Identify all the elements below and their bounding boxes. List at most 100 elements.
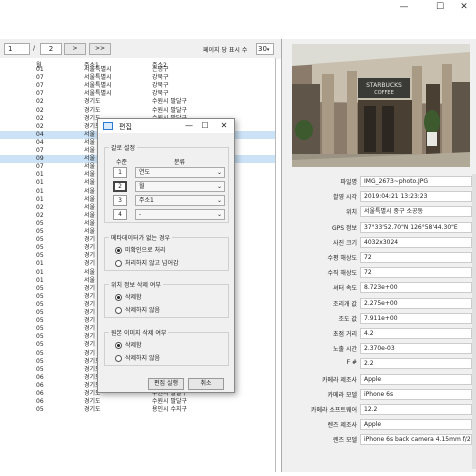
table-cell-addr1: 서울: [84, 155, 96, 163]
level-number[interactable]: 2: [113, 181, 127, 192]
table-row[interactable]: 07 서울특별시 강북구: [0, 82, 275, 90]
radio-label: 삭제하지 않음: [125, 355, 161, 362]
property-value[interactable]: 8.723e+00: [360, 282, 472, 294]
radio-label: 삭제함: [125, 294, 142, 301]
level-number[interactable]: 1: [113, 167, 127, 178]
table-cell-month: 05: [36, 219, 44, 227]
property-scrollbar[interactable]: [472, 174, 476, 469]
edit-dialog: 편집 — ☐ ✕ 갈로 설정 수준 분류 1 연도 ⌄ 2 월 ⌄ 3 주소1 ⌄ 4- ⌄ 메타데…: [97, 118, 235, 393]
table-cell-month: 05: [36, 236, 44, 244]
table-cell-month: 02: [36, 106, 44, 114]
table-cell-addr1: 경기: [84, 349, 96, 357]
table-cell-month: 06: [36, 390, 44, 397]
table-cell-month: 01: [36, 179, 44, 187]
level-category-select[interactable]: 주소1 ⌄: [135, 195, 225, 206]
table-cell-month: 01: [36, 187, 44, 195]
property-value[interactable]: 72: [360, 267, 472, 279]
table-cell-addr1: 서울: [84, 219, 96, 227]
table-row[interactable]: 06 경기도 수원시 팔달구: [0, 398, 275, 406]
photo-info-panel: STARBUCKS COFFEE 파일명 IMG_2673~photo.JPG 촬영…: [281, 39, 476, 472]
property-value[interactable]: 37°33'52.70"N 126°58'44.30"E: [360, 221, 472, 233]
table-cell-month: 02: [36, 98, 44, 106]
table-row[interactable]: 05 경기도 용인시 수지구: [0, 406, 275, 414]
table-cell-month: 05: [36, 325, 44, 333]
property-row: 수직 해상도 72: [282, 266, 476, 279]
property-value[interactable]: 2.275e+00: [360, 297, 472, 309]
delete-original-group-label: 원본 이미지 삭제 여부: [109, 328, 169, 337]
last-page-button[interactable]: >>: [89, 43, 111, 55]
classification-group: 갈로 설정 수준 분류 1 연도 ⌄ 2 월 ⌄ 3 주소1 ⌄ 4- ⌄: [104, 143, 229, 223]
table-cell-addr1: 경기: [84, 341, 96, 349]
property-value[interactable]: 2019:04:21 13:23:23: [360, 191, 472, 203]
chevron-down-icon: ⌄: [216, 169, 222, 176]
next-page-button[interactable]: >: [64, 43, 86, 55]
property-value[interactable]: 2.2: [360, 358, 472, 370]
window-maximize-button[interactable]: ☐: [428, 0, 452, 15]
property-value[interactable]: 서울특별시 중구 소공동: [360, 206, 472, 218]
property-label: F #: [346, 359, 357, 367]
property-row: 조리개 값 2.275e+00: [282, 297, 476, 309]
level-category-select[interactable]: 월 ⌄: [135, 181, 225, 192]
table-row[interactable]: 02 경기도 수원시 팔달구: [0, 98, 275, 106]
property-value[interactable]: 2.370e-03: [360, 343, 472, 355]
dialog-maximize-button[interactable]: ☐: [198, 120, 212, 132]
table-cell-month: 01: [36, 66, 44, 73]
table-cell-addr2: 용인시 수지구: [152, 406, 188, 414]
table-cell-month: 07: [36, 163, 44, 171]
property-value[interactable]: Apple: [360, 419, 472, 431]
dialog-minimize-button[interactable]: —: [182, 120, 196, 132]
page-current-input[interactable]: 1: [4, 43, 30, 55]
level-category-value: 주소1: [139, 197, 154, 204]
table-cell-addr2: 수원시 팔달구: [152, 106, 188, 114]
property-value[interactable]: 4032x3024: [360, 236, 472, 248]
table-cell-addr1: 경기도: [84, 406, 101, 414]
table-cell-month: 02: [36, 211, 44, 219]
table-row[interactable]: 07 서울특별시 강북구: [0, 90, 275, 98]
property-label: 촬영 시각: [333, 194, 357, 202]
table-row[interactable]: 07 서울특별시 강북구: [0, 74, 275, 82]
level-number[interactable]: 3: [113, 195, 127, 206]
property-value[interactable]: 12.2: [360, 404, 472, 415]
property-row: 렌즈 모델 iPhone 6s back camera 4.15mm f/2.2: [282, 433, 476, 446]
property-row: 카메라 모델 iPhone 6s: [282, 388, 476, 400]
property-value[interactable]: Apple: [360, 373, 472, 385]
cancel-button[interactable]: 취소: [188, 378, 224, 390]
table-cell-addr1: 경기: [84, 244, 96, 252]
category-header: 분류: [174, 159, 186, 166]
table-cell-addr1: 경기: [84, 325, 96, 333]
property-value[interactable]: 7.911e+00: [360, 312, 472, 324]
table-cell-month: 05: [36, 365, 44, 373]
window-minimize-button[interactable]: —: [392, 0, 416, 15]
table-cell-month: 07: [36, 90, 44, 98]
property-label: 초점 거리: [333, 331, 357, 338]
property-row: 카메라 제조사 Apple: [282, 373, 476, 385]
table-cell-addr1: 서울: [84, 211, 96, 219]
run-edit-button[interactable]: 편집 실행: [148, 378, 184, 390]
property-row: 셔터 속도 8.723e+00: [282, 281, 476, 294]
table-cell-addr1: 서울: [84, 147, 96, 154]
table-cell-addr1: 경기도: [84, 106, 101, 114]
dialog-close-button[interactable]: ✕: [217, 120, 231, 132]
property-value[interactable]: 72: [360, 252, 472, 263]
property-value[interactable]: iPhone 6s: [360, 388, 472, 400]
table-cell-month: 04: [36, 130, 44, 138]
level-number[interactable]: 4: [113, 209, 127, 220]
level-category-select[interactable]: - ⌄: [135, 209, 225, 220]
table-row[interactable]: 01 서울특별시 은평구: [0, 66, 275, 74]
table-cell-addr2: 강북구: [152, 74, 169, 82]
window-close-button[interactable]: ✕: [452, 0, 476, 15]
table-cell-month: 01: [36, 276, 44, 284]
level-category-value: 월: [139, 183, 145, 190]
per-page-select[interactable]: 30▾: [256, 43, 274, 55]
property-row: 사진 크기 4032x3024: [282, 236, 476, 248]
table-cell-addr1: 서울: [84, 203, 96, 211]
table-cell-month: 05: [36, 252, 44, 260]
window-titlebar: — ☐ ✕: [0, 0, 476, 15]
property-value[interactable]: 4.2: [360, 328, 472, 339]
property-row: 렌즈 제조사 Apple: [282, 418, 476, 431]
table-row[interactable]: 02 경기도 수원시 팔달구: [0, 106, 275, 115]
property-row: 카메라 소프트웨어 12.2: [282, 403, 476, 415]
level-category-select[interactable]: 연도 ⌄: [135, 167, 225, 178]
property-value[interactable]: IMG_2673~photo.JPG: [360, 176, 472, 187]
property-value[interactable]: iPhone 6s back camera 4.15mm f/2.2: [360, 434, 472, 446]
